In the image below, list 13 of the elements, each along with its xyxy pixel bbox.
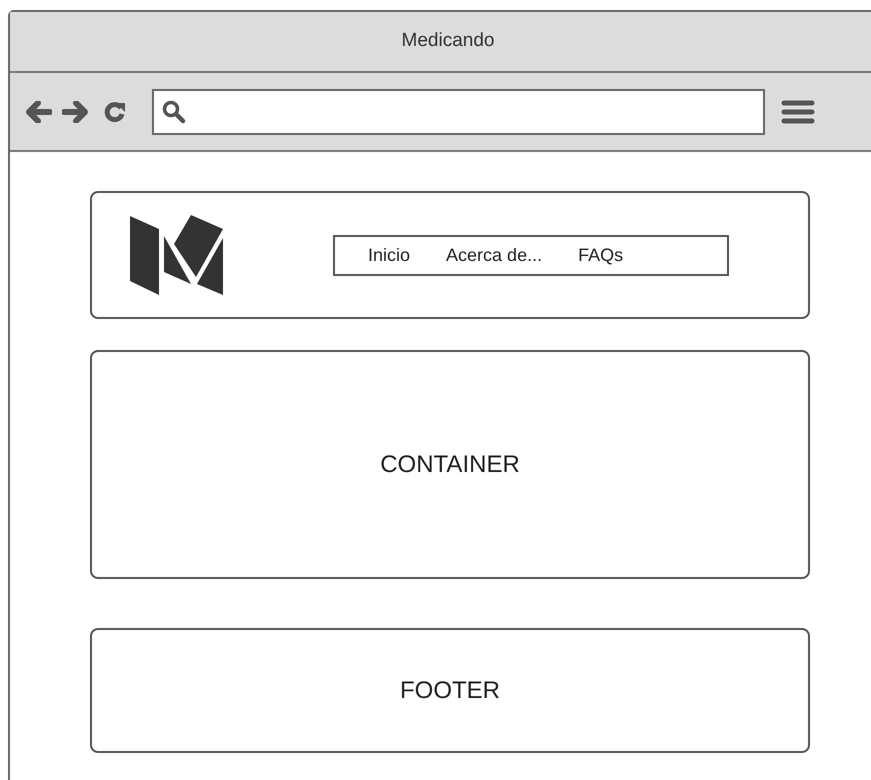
container-label: CONTAINER — [380, 450, 520, 480]
window-title: Medicando — [402, 29, 494, 54]
search-field[interactable] — [152, 88, 765, 134]
footer-label: FOOTER — [400, 676, 500, 706]
back-arrow-icon[interactable] — [26, 100, 52, 122]
menu-icon[interactable] — [781, 98, 815, 124]
nav-link[interactable]: Inicio — [368, 242, 410, 268]
search-icon — [162, 100, 186, 124]
nav-link[interactable]: FAQs — [578, 242, 624, 268]
logo-icon — [129, 214, 225, 296]
nav-link[interactable]: Acerca de... — [446, 242, 542, 268]
forward-arrow-icon[interactable] — [62, 100, 88, 122]
reload-icon[interactable] — [104, 100, 126, 122]
